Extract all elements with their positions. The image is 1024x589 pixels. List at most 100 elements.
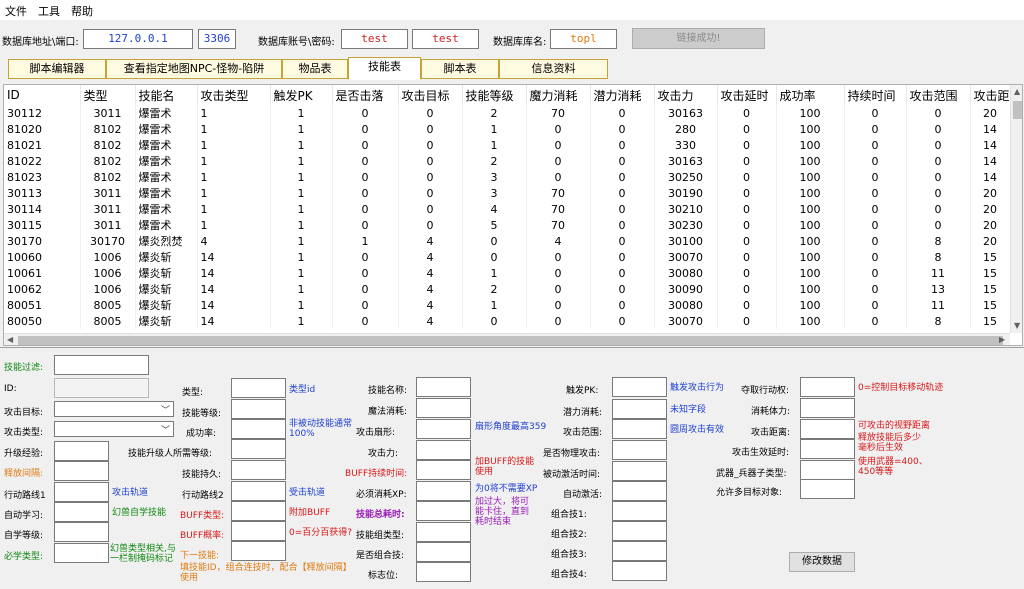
is-group-input[interactable]	[416, 542, 471, 562]
tab-script-editor[interactable]: 脚本编辑器	[8, 59, 106, 79]
db-host-input[interactable]: 127.0.0.1	[83, 29, 193, 49]
combo1-input[interactable]	[612, 501, 667, 521]
total-time-input[interactable]	[416, 501, 471, 521]
horizontal-scroll-thumb[interactable]	[18, 336, 1003, 345]
tab-info[interactable]: 信息资料	[499, 59, 608, 79]
skill-table[interactable]: ID 类型 技能名 攻击类型 触发PK 是否击落 攻击目标 技能等级 魔力消耗 潜力消耗 攻击力 攻击…	[3, 84, 1023, 346]
scroll-left-icon[interactable]: ◀	[7, 335, 13, 344]
table-row[interactable]: 10061 1006 爆炎斩 14 1 0 4 1 0 0 30080 0 100 0 11 15	[4, 265, 1011, 281]
combo4-input[interactable]	[612, 561, 667, 581]
trigger-pk-input[interactable]	[612, 377, 667, 397]
passive-input[interactable]	[612, 461, 667, 481]
release-interval-input[interactable]	[54, 461, 109, 481]
save-data-button[interactable]: 修改数据	[789, 552, 855, 572]
table-row[interactable]: 81023 8102 爆雷术 1 1 0 0 3 0 0 30250 0 100 0 0 14	[4, 169, 1011, 185]
table-row[interactable]: 81021 8102 爆雷术 1 1 0 0 1 0 0 330 0 100 0 0 14	[4, 137, 1011, 153]
buff-type-input[interactable]	[231, 501, 286, 521]
menu-tools[interactable]: 工具	[38, 3, 60, 19]
skill-name-input[interactable]	[416, 377, 471, 397]
path2-input[interactable]	[231, 481, 286, 501]
learn-level-input[interactable]	[54, 522, 109, 542]
table-row[interactable]: 30170 30170 爆炎烈焚 4 1 1 4 0 4 0 30100 0 100 0 8 20	[4, 233, 1011, 249]
column-header[interactable]: 攻击延时	[717, 85, 777, 105]
tab-map-npc[interactable]: 查看指定地图NPC-怪物-陷阱	[106, 59, 282, 79]
duration-input[interactable]	[231, 460, 286, 480]
buff-time-input[interactable]	[416, 460, 471, 480]
flag-input[interactable]	[416, 562, 471, 582]
distance-input[interactable]	[800, 419, 855, 439]
horizontal-scrollbar[interactable]: ◀ ▶	[4, 333, 1010, 345]
column-header[interactable]: 潜力消耗	[590, 85, 655, 105]
skill-level-input[interactable]	[231, 399, 286, 419]
power-input[interactable]	[416, 440, 471, 460]
column-header[interactable]: 攻击距	[970, 85, 1011, 105]
scroll-down-icon[interactable]: ▼	[1014, 321, 1020, 330]
table-row[interactable]: 30112 3011 爆雷术 1 1 0 0 2 70 0 30163 0 100 0 0 20	[4, 105, 1011, 121]
id-input[interactable]	[54, 378, 149, 398]
table-row[interactable]: 30113 3011 爆雷术 1 1 0 0 3 70 0 30190 0 100 0 0 20	[4, 185, 1011, 201]
column-header[interactable]: 持续时间	[844, 85, 907, 105]
column-header[interactable]: 成功率	[776, 85, 845, 105]
weapon-input[interactable]	[800, 460, 855, 480]
column-header[interactable]: 攻击目标	[398, 85, 463, 105]
buff-rate-input[interactable]	[231, 521, 286, 541]
combo3-input[interactable]	[612, 541, 667, 561]
next-skill-input[interactable]	[231, 541, 286, 561]
must-learn-input[interactable]	[54, 543, 109, 563]
column-header[interactable]: ID	[4, 85, 81, 105]
success-input[interactable]	[231, 419, 286, 439]
table-row[interactable]: 80050 8005 爆炎斩 14 1 0 4 0 0 0 30070 0 100 0 8 15	[4, 313, 1011, 329]
column-header[interactable]: 技能等级	[462, 85, 527, 105]
column-header[interactable]: 触发PK	[270, 85, 333, 105]
shape-input[interactable]	[416, 419, 471, 439]
table-row[interactable]: 30115 3011 爆雷术 1 1 0 0 5 70 0 30230 0 100 0 0 20	[4, 217, 1011, 233]
type-input[interactable]	[231, 378, 286, 398]
potential-input[interactable]	[612, 399, 667, 419]
table-row[interactable]: 81022 8102 爆雷术 1 1 0 0 2 0 0 30163 0 100 0 0 14	[4, 153, 1011, 169]
target-select[interactable]: ﹀	[54, 401, 174, 417]
auto-input[interactable]	[612, 481, 667, 501]
tab-skills[interactable]: 技能表	[348, 57, 421, 80]
menu-file[interactable]: 文件	[5, 3, 27, 19]
column-header[interactable]: 技能名	[135, 85, 198, 105]
xp-input[interactable]	[416, 481, 471, 501]
connect-button[interactable]: 链接成功!	[632, 28, 765, 49]
combo2-input[interactable]	[612, 521, 667, 541]
scroll-up-icon[interactable]: ▲	[1014, 87, 1020, 96]
column-header[interactable]: 是否击落	[332, 85, 399, 105]
table-row[interactable]: 10062 1006 爆炎斩 14 1 0 4 2 0 0 30090 0 100 0 13 15	[4, 281, 1011, 297]
delay-input[interactable]	[800, 439, 855, 459]
seize-input[interactable]	[800, 377, 855, 397]
column-header[interactable]: 类型	[80, 85, 136, 105]
table-row[interactable]: 80051 8005 爆炎斩 14 1 0 4 1 0 0 30080 0 100 0 11 15	[4, 297, 1011, 313]
attack-type-select[interactable]: ﹀	[54, 421, 174, 437]
auto-learn-input[interactable]	[54, 502, 109, 522]
db-name-input[interactable]: topl	[550, 29, 617, 49]
vertical-scrollbar[interactable]: ▲ ▼	[1010, 85, 1022, 333]
table-row[interactable]: 30114 3011 爆雷术 1 1 0 0 4 70 0 30210 0 100 0 0 20	[4, 201, 1011, 217]
menu-help[interactable]: 帮助	[71, 3, 93, 19]
group-type-input[interactable]	[416, 522, 471, 542]
tab-scripts[interactable]: 脚本表	[421, 59, 499, 79]
upgrade-exp-input[interactable]	[54, 441, 109, 461]
range-input[interactable]	[612, 419, 667, 439]
path1-input[interactable]	[54, 482, 109, 502]
db-password-input[interactable]: test	[412, 29, 479, 49]
mana-input[interactable]	[416, 398, 471, 418]
scroll-right-icon[interactable]: ▶	[999, 335, 1005, 344]
req-level-input[interactable]	[231, 439, 286, 459]
column-header[interactable]: 魔力消耗	[526, 85, 591, 105]
vertical-scroll-thumb[interactable]	[1013, 101, 1022, 119]
stamina-input[interactable]	[800, 398, 855, 418]
filter-input[interactable]	[54, 355, 149, 375]
table-row[interactable]: 81020 8102 爆雷术 1 1 0 0 1 0 0 280 0 100 0 0 14	[4, 121, 1011, 137]
column-header[interactable]: 攻击力	[654, 85, 718, 105]
column-header[interactable]: 攻击类型	[197, 85, 271, 105]
db-port-input[interactable]: 3306	[198, 29, 236, 49]
table-row[interactable]: 10060 1006 爆炎斩 14 1 0 4 0 0 0 30070 0 100 0 8 15	[4, 249, 1011, 265]
column-header[interactable]: 攻击范围	[906, 85, 971, 105]
multi-input[interactable]	[800, 479, 855, 499]
physical-input[interactable]	[612, 440, 667, 460]
tab-items[interactable]: 物品表	[282, 59, 348, 79]
db-user-input[interactable]: test	[341, 29, 408, 49]
